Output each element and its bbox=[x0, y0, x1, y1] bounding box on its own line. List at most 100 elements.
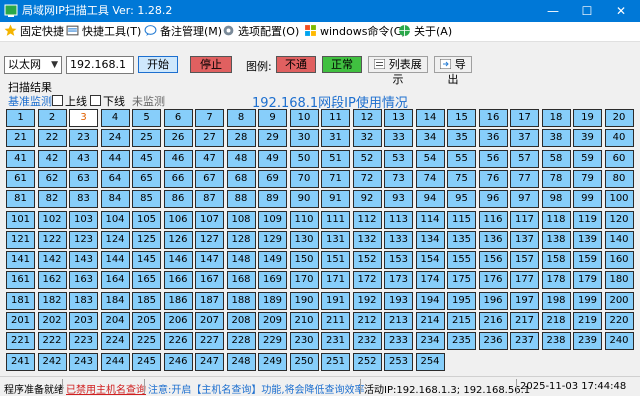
ip-cell-49[interactable]: 49 bbox=[258, 149, 287, 168]
ip-cell-216[interactable]: 216 bbox=[478, 312, 508, 330]
ip-cell-89[interactable]: 89 bbox=[258, 190, 287, 209]
ip-cell-220[interactable]: 220 bbox=[604, 312, 634, 330]
ip-cell-144[interactable]: 144 bbox=[100, 251, 130, 270]
ip-cell-146[interactable]: 146 bbox=[163, 251, 193, 270]
ip-cell-86[interactable]: 86 bbox=[163, 190, 193, 209]
ip-cell-64[interactable]: 64 bbox=[100, 169, 130, 188]
ip-cell-155[interactable]: 155 bbox=[447, 251, 476, 270]
ip-cell-24[interactable]: 24 bbox=[100, 129, 130, 148]
ip-cell-16[interactable]: 16 bbox=[478, 109, 508, 127]
baseline-monitor-link[interactable]: 基准监测 bbox=[8, 93, 52, 109]
ip-cell-21[interactable]: 21 bbox=[6, 129, 35, 148]
ip-cell-47[interactable]: 47 bbox=[195, 149, 224, 168]
ip-cell-117[interactable]: 117 bbox=[510, 210, 539, 229]
ip-cell-65[interactable]: 65 bbox=[132, 169, 161, 188]
ip-cell-210[interactable]: 210 bbox=[289, 312, 319, 330]
ip-cell-93[interactable]: 93 bbox=[384, 190, 413, 209]
ip-cell-137[interactable]: 137 bbox=[510, 230, 539, 249]
ip-cell-213[interactable]: 213 bbox=[384, 312, 413, 330]
ip-cell-51[interactable]: 51 bbox=[321, 149, 350, 168]
ip-cell-63[interactable]: 63 bbox=[69, 169, 98, 188]
ip-cell-6[interactable]: 6 bbox=[163, 109, 193, 127]
ip-cell-27[interactable]: 27 bbox=[195, 129, 224, 148]
ip-cell-225[interactable]: 225 bbox=[132, 332, 161, 351]
ip-cell-186[interactable]: 186 bbox=[163, 291, 193, 310]
ip-cell-156[interactable]: 156 bbox=[478, 251, 508, 270]
ip-cell-249[interactable]: 249 bbox=[258, 352, 287, 371]
ip-cell-162[interactable]: 162 bbox=[37, 271, 67, 290]
ip-cell-52[interactable]: 52 bbox=[352, 149, 382, 168]
ip-cell-132[interactable]: 132 bbox=[352, 230, 382, 249]
ip-cell-227[interactable]: 227 bbox=[195, 332, 224, 351]
ip-cell-66[interactable]: 66 bbox=[163, 169, 193, 188]
ip-cell-205[interactable]: 205 bbox=[132, 312, 161, 330]
ip-cell-103[interactable]: 103 bbox=[69, 210, 98, 229]
ip-cell-209[interactable]: 209 bbox=[258, 312, 287, 330]
ip-cell-9[interactable]: 9 bbox=[258, 109, 287, 127]
ip-cell-245[interactable]: 245 bbox=[132, 352, 161, 371]
ip-cell-50[interactable]: 50 bbox=[289, 149, 319, 168]
ip-cell-122[interactable]: 122 bbox=[37, 230, 67, 249]
ip-cell-143[interactable]: 143 bbox=[69, 251, 98, 270]
ip-cell-228[interactable]: 228 bbox=[226, 332, 256, 351]
start-button[interactable]: 开始 bbox=[138, 56, 178, 73]
ip-cell-94[interactable]: 94 bbox=[415, 190, 445, 209]
ip-cell-239[interactable]: 239 bbox=[573, 332, 602, 351]
ip-cell-37[interactable]: 37 bbox=[510, 129, 539, 148]
ip-cell-164[interactable]: 164 bbox=[100, 271, 130, 290]
ip-cell-22[interactable]: 22 bbox=[37, 129, 67, 148]
ip-cell-169[interactable]: 169 bbox=[258, 271, 287, 290]
ip-cell-29[interactable]: 29 bbox=[258, 129, 287, 148]
ip-cell-139[interactable]: 139 bbox=[573, 230, 602, 249]
ip-cell-34[interactable]: 34 bbox=[415, 129, 445, 148]
ip-cell-131[interactable]: 131 bbox=[321, 230, 350, 249]
ip-cell-45[interactable]: 45 bbox=[132, 149, 161, 168]
ip-cell-177[interactable]: 177 bbox=[510, 271, 539, 290]
hostname-disabled-link[interactable]: 已禁用主机名查询 bbox=[66, 381, 146, 396]
ip-cell-19[interactable]: 19 bbox=[573, 109, 602, 127]
ip-cell-107[interactable]: 107 bbox=[195, 210, 224, 229]
ip-cell-57[interactable]: 57 bbox=[510, 149, 539, 168]
ip-cell-189[interactable]: 189 bbox=[258, 291, 287, 310]
ip-cell-113[interactable]: 113 bbox=[384, 210, 413, 229]
ip-cell-199[interactable]: 199 bbox=[573, 291, 602, 310]
ip-cell-26[interactable]: 26 bbox=[163, 129, 193, 148]
stop-button[interactable]: 停止 bbox=[190, 56, 232, 73]
ip-cell-126[interactable]: 126 bbox=[163, 230, 193, 249]
ip-cell-96[interactable]: 96 bbox=[478, 190, 508, 209]
ip-cell-232[interactable]: 232 bbox=[352, 332, 382, 351]
ip-cell-104[interactable]: 104 bbox=[100, 210, 130, 229]
ip-cell-193[interactable]: 193 bbox=[384, 291, 413, 310]
ip-cell-202[interactable]: 202 bbox=[37, 312, 67, 330]
ip-cell-100[interactable]: 100 bbox=[604, 190, 634, 209]
ip-cell-188[interactable]: 188 bbox=[226, 291, 256, 310]
ip-cell-238[interactable]: 238 bbox=[541, 332, 571, 351]
ip-cell-92[interactable]: 92 bbox=[352, 190, 382, 209]
ip-cell-106[interactable]: 106 bbox=[163, 210, 193, 229]
ip-cell-23[interactable]: 23 bbox=[69, 129, 98, 148]
ip-cell-114[interactable]: 114 bbox=[415, 210, 445, 229]
ip-cell-183[interactable]: 183 bbox=[69, 291, 98, 310]
ip-cell-81[interactable]: 81 bbox=[6, 190, 35, 209]
ip-cell-85[interactable]: 85 bbox=[132, 190, 161, 209]
ip-cell-32[interactable]: 32 bbox=[352, 129, 382, 148]
ip-cell-97[interactable]: 97 bbox=[510, 190, 539, 209]
ip-cell-83[interactable]: 83 bbox=[69, 190, 98, 209]
ip-cell-69[interactable]: 69 bbox=[258, 169, 287, 188]
ip-cell-197[interactable]: 197 bbox=[510, 291, 539, 310]
ip-cell-40[interactable]: 40 bbox=[604, 129, 634, 148]
ip-cell-124[interactable]: 124 bbox=[100, 230, 130, 249]
ip-cell-84[interactable]: 84 bbox=[100, 190, 130, 209]
ip-cell-129[interactable]: 129 bbox=[258, 230, 287, 249]
ip-cell-121[interactable]: 121 bbox=[6, 230, 35, 249]
ip-cell-233[interactable]: 233 bbox=[384, 332, 413, 351]
ip-cell-161[interactable]: 161 bbox=[6, 271, 35, 290]
ip-cell-82[interactable]: 82 bbox=[37, 190, 67, 209]
ip-cell-7[interactable]: 7 bbox=[195, 109, 224, 127]
ip-cell-30[interactable]: 30 bbox=[289, 129, 319, 148]
ip-cell-244[interactable]: 244 bbox=[100, 352, 130, 371]
offline-checkbox[interactable] bbox=[90, 95, 101, 106]
ip-cell-5[interactable]: 5 bbox=[132, 109, 161, 127]
ip-cell-174[interactable]: 174 bbox=[415, 271, 445, 290]
ip-cell-182[interactable]: 182 bbox=[37, 291, 67, 310]
